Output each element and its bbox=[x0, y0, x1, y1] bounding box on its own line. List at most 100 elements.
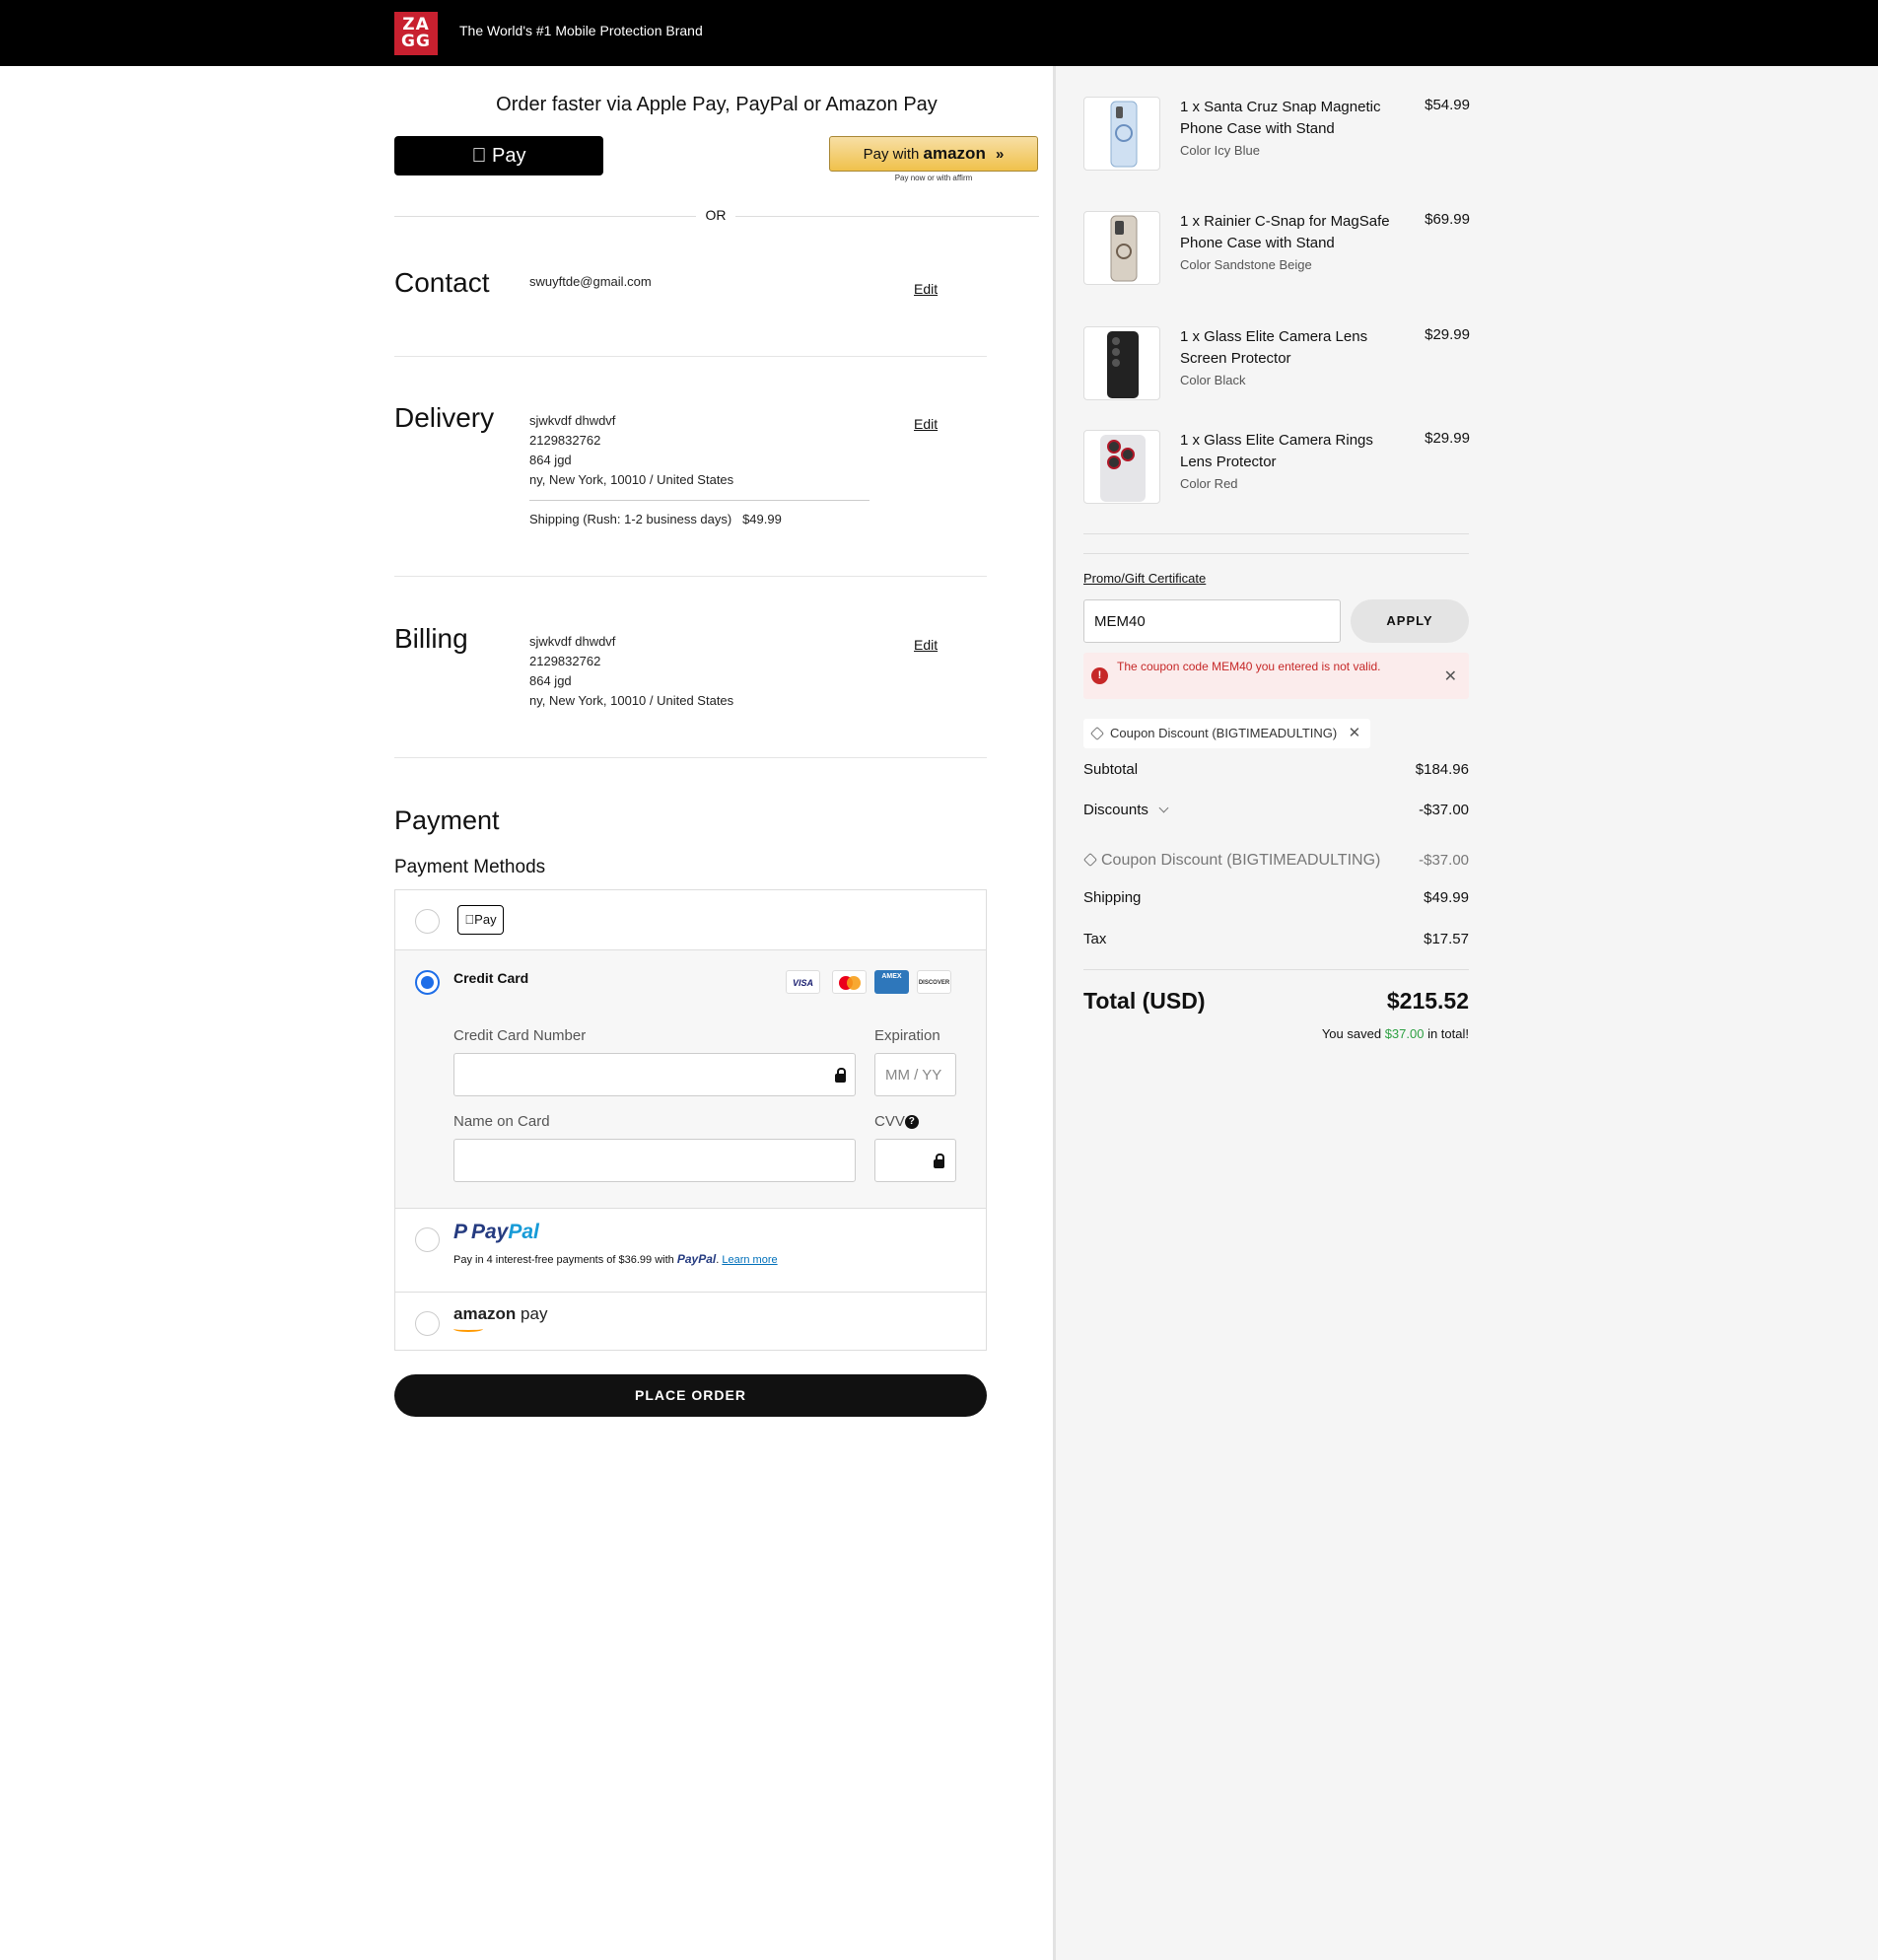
chevron-down-icon[interactable] bbox=[1158, 803, 1169, 813]
product-thumbnail bbox=[1083, 430, 1160, 504]
contact-title: Contact bbox=[394, 267, 490, 298]
credit-card-radio[interactable] bbox=[415, 970, 440, 995]
amazon-pay-button[interactable]: Pay with amazon » bbox=[829, 136, 1038, 172]
payment-methods-list: Pay Credit Card VISA AMEX DISCOVER Cred… bbox=[394, 889, 987, 1351]
name-on-card-label: Name on Card bbox=[453, 1113, 550, 1130]
saved-amount: $37.00 bbox=[1384, 1026, 1425, 1041]
payment-option-apple-pay[interactable]: Pay bbox=[395, 890, 986, 950]
amazon-pay-logo-pay: pay bbox=[521, 1304, 548, 1323]
cart-item: 1 x Glass Elite Camera Lens Screen Prote… bbox=[1083, 326, 1470, 401]
card-number-label: Credit Card Number bbox=[453, 1027, 587, 1044]
or-label: OR bbox=[696, 207, 735, 223]
tag-icon bbox=[1082, 852, 1098, 868]
card-number-input[interactable] bbox=[453, 1053, 856, 1096]
total-label: Total (USD) bbox=[1083, 988, 1206, 1014]
divider bbox=[1083, 969, 1469, 970]
savings-note: You saved $37.00 in total! bbox=[1083, 1026, 1469, 1041]
paypal-logo: P PayPal bbox=[453, 1221, 539, 1244]
paypal-radio[interactable] bbox=[415, 1227, 440, 1252]
mastercard-icon bbox=[832, 970, 867, 994]
cart-item-option: Color Icy Blue bbox=[1180, 143, 1260, 158]
applied-coupon-label: Coupon Discount (BIGTIMEADULTING) bbox=[1110, 726, 1338, 740]
brand-tagline: The World's #1 Mobile Protection Brand bbox=[459, 23, 703, 38]
divider bbox=[1083, 533, 1469, 534]
payment-option-paypal[interactable]: P PayPal Pay in 4 interest-free payments … bbox=[395, 1209, 986, 1293]
amazon-pay-radio[interactable] bbox=[415, 1311, 440, 1336]
product-thumbnail bbox=[1083, 211, 1160, 285]
promo-code-label[interactable]: Promo/Gift Certificate bbox=[1083, 571, 1206, 586]
shipping-label: Shipping bbox=[1083, 889, 1142, 906]
amex-icon: AMEX bbox=[874, 970, 909, 994]
lock-icon bbox=[835, 1068, 846, 1083]
tax-label: Tax bbox=[1083, 931, 1107, 947]
promo-code-input[interactable] bbox=[1083, 599, 1341, 643]
cart-item-details: 1 x Rainier C-Snap for MagSafe Phone Cas… bbox=[1180, 211, 1392, 276]
double-chevron-icon: » bbox=[996, 146, 1005, 163]
coupon-discount-line: Coupon Discount (BIGTIMEADULTING) -$37.0… bbox=[1082, 852, 1469, 870]
expiration-label: Expiration bbox=[874, 1027, 940, 1044]
apple-pay-mark: Pay bbox=[457, 905, 504, 935]
payment-option-amazon-pay[interactable]: amazon pay bbox=[395, 1293, 986, 1351]
expiration-input[interactable] bbox=[874, 1053, 956, 1096]
apple-pay-button[interactable]:  Pay bbox=[394, 136, 603, 175]
coupon-error-alert: ! The coupon code MEM40 you entered is n… bbox=[1083, 653, 1469, 699]
apple-icon:  bbox=[471, 145, 486, 167]
discounts-row[interactable]: Discounts -$37.00 bbox=[1083, 802, 1469, 818]
total-value: $215.52 bbox=[1386, 988, 1469, 1014]
discounts-label: Discounts bbox=[1083, 802, 1148, 818]
remove-coupon-icon[interactable]: ✕ bbox=[1349, 719, 1361, 748]
zagg-logo[interactable]: ZA GG bbox=[394, 12, 438, 55]
billing-edit-link[interactable]: Edit bbox=[914, 637, 938, 653]
payment-methods-title: Payment Methods bbox=[394, 857, 546, 877]
apply-promo-button[interactable]: APPLY bbox=[1351, 599, 1469, 643]
divider bbox=[394, 576, 987, 577]
coupon-error-message: The coupon code MEM40 you entered is not… bbox=[1117, 660, 1381, 673]
amazon-smile-icon bbox=[453, 1326, 483, 1332]
cart-item-name: 1 x Rainier C-Snap for MagSafe Phone Cas… bbox=[1180, 213, 1390, 251]
shipping-divider bbox=[529, 500, 869, 501]
help-icon[interactable]: ? bbox=[904, 1115, 919, 1130]
cart-item-price: $29.99 bbox=[1425, 326, 1470, 343]
cart-item-option: Color Sandstone Beige bbox=[1180, 257, 1312, 272]
payment-option-credit-card[interactable]: Credit Card VISA AMEX DISCOVER Credit Ca… bbox=[395, 950, 986, 1209]
paypal-logo-pal: Pal bbox=[508, 1221, 539, 1243]
shipping-method-name: Shipping (Rush: 1-2 business days) bbox=[529, 512, 732, 526]
top-header: ZA GG The World's #1 Mobile Protection B… bbox=[0, 0, 1878, 66]
cart-item: 1 x Glass Elite Camera Rings Lens Protec… bbox=[1083, 430, 1470, 505]
cart-item-name: 1 x Glass Elite Camera Lens Screen Prote… bbox=[1180, 328, 1368, 367]
coupon-discount-value: -$37.00 bbox=[1419, 852, 1469, 869]
discounts-value: -$37.00 bbox=[1419, 802, 1469, 818]
total-row: Total (USD) $215.52 bbox=[1083, 988, 1469, 1015]
cart-item-option: Color Red bbox=[1180, 476, 1238, 491]
divider bbox=[394, 356, 987, 357]
name-on-card-input[interactable] bbox=[453, 1139, 856, 1182]
applied-coupon-chip: Coupon Discount (BIGTIMEADULTING) ✕ bbox=[1083, 719, 1371, 748]
apple-pay-label: Pay bbox=[481, 145, 525, 167]
amazon-pay-prefix: Pay with bbox=[863, 146, 920, 163]
delivery-phone: 2129832762 bbox=[529, 433, 601, 448]
close-icon[interactable]: ✕ bbox=[1444, 666, 1457, 686]
cart-item-option: Color Black bbox=[1180, 373, 1246, 387]
paypal-message-text: Pay in 4 interest-free payments of $36.9… bbox=[453, 1254, 674, 1266]
cvv-label: CVV bbox=[874, 1113, 905, 1130]
cart-item-details: 1 x Glass Elite Camera Lens Screen Prote… bbox=[1180, 326, 1392, 391]
paypal-learn-more-link[interactable]: Learn more bbox=[722, 1254, 777, 1266]
place-order-button[interactable]: PLACE ORDER bbox=[394, 1374, 987, 1417]
visa-icon: VISA bbox=[786, 970, 820, 994]
tag-icon bbox=[1089, 726, 1105, 741]
apple-pay-radio[interactable] bbox=[415, 909, 440, 934]
contact-edit-link[interactable]: Edit bbox=[914, 281, 938, 297]
cart-item-name: 1 x Glass Elite Camera Rings Lens Protec… bbox=[1180, 432, 1373, 470]
delivery-name: sjwkvdf dhwdvf bbox=[529, 413, 616, 428]
billing-address: sjwkvdf dhwdvf 2129832762 864 jgd ny, Ne… bbox=[529, 632, 733, 711]
delivery-title: Delivery bbox=[394, 402, 495, 433]
divider bbox=[394, 757, 987, 758]
credit-card-label: Credit Card bbox=[453, 970, 529, 986]
express-checkout-title: Order faster via Apple Pay, PayPal or Am… bbox=[496, 94, 938, 115]
billing-address-line1: 864 jgd bbox=[529, 673, 572, 688]
shipping-value: $49.99 bbox=[1424, 889, 1469, 906]
delivery-edit-link[interactable]: Edit bbox=[914, 416, 938, 432]
cart-item: 1 x Rainier C-Snap for MagSafe Phone Cas… bbox=[1083, 211, 1470, 300]
cart-item-price: $69.99 bbox=[1425, 211, 1470, 228]
saved-prefix: You saved bbox=[1321, 1026, 1382, 1041]
